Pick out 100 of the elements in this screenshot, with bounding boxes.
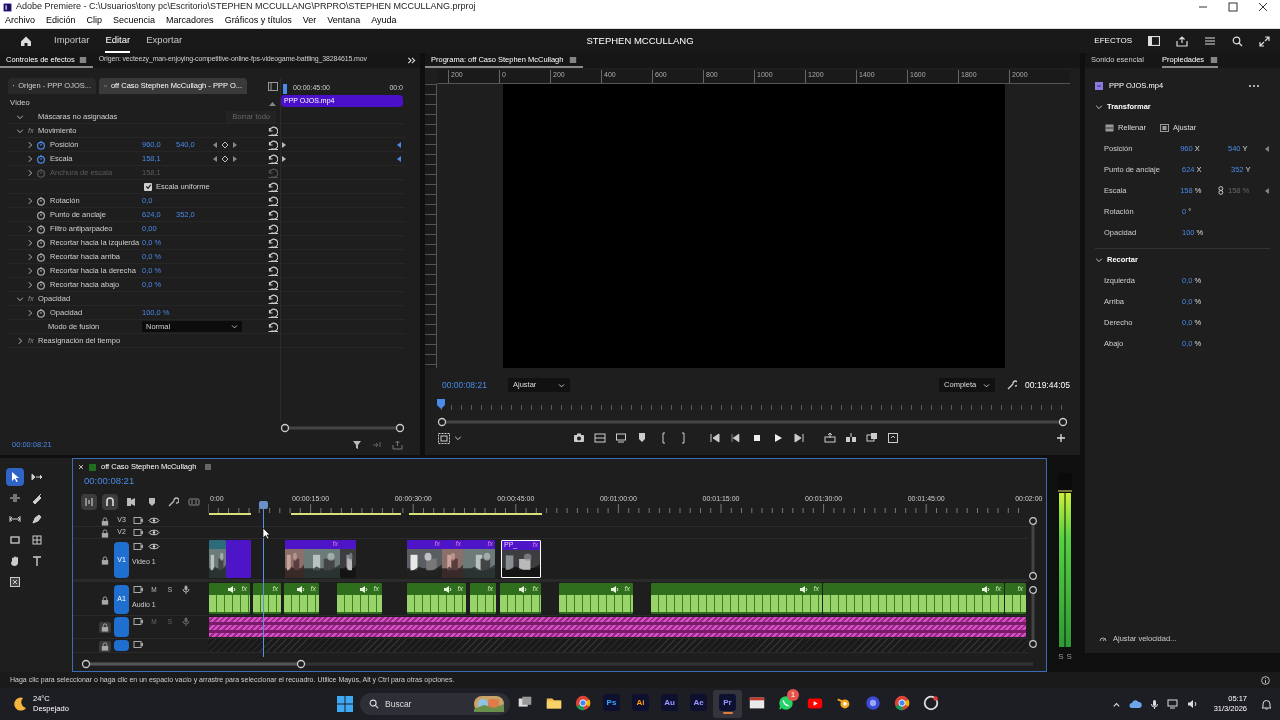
- stopwatch-icon[interactable]: [36, 195, 46, 206]
- film-toggle-icon[interactable]: [130, 585, 146, 594]
- lock-toggle[interactable]: [99, 640, 111, 652]
- compare-icon[interactable]: [593, 432, 606, 444]
- film-toggle-icon[interactable]: [130, 640, 146, 649]
- wrench-icon[interactable]: [1007, 380, 1018, 390]
- keyframe-marker-icon[interactable]: [282, 141, 286, 148]
- effects-label[interactable]: EFECTOS: [1094, 35, 1132, 47]
- keyframe-icon[interactable]: [1265, 187, 1270, 194]
- film-toggle-icon[interactable]: [130, 528, 146, 537]
- stopwatch-icon[interactable]: [36, 251, 46, 262]
- lock-toggle[interactable]: [99, 622, 111, 633]
- caret-icon[interactable]: [983, 381, 991, 389]
- search-field[interactable]: Buscar: [385, 696, 468, 712]
- film-toggle-icon[interactable]: [130, 617, 146, 626]
- ring-icon[interactable]: [921, 693, 940, 712]
- timecode[interactable]: 00:00:08:21: [73, 474, 1046, 489]
- lift-icon[interactable]: [823, 432, 836, 444]
- audio-clip[interactable]: [209, 617, 1026, 637]
- menu-item[interactable]: Clip: [86, 14, 103, 28]
- expand-chevron-icon[interactable]: [16, 294, 24, 303]
- extract-icon[interactable]: [844, 432, 857, 444]
- taskbar-button[interactable]: Au: [655, 690, 684, 718]
- orb-icon[interactable]: [863, 693, 882, 712]
- playhead[interactable]: [258, 501, 269, 657]
- home-icon[interactable]: [20, 35, 32, 47]
- expand-chevron-icon[interactable]: [26, 308, 34, 317]
- film-toggle-icon[interactable]: [130, 542, 146, 551]
- microphone-icon[interactable]: [1149, 698, 1159, 710]
- keyframe-marker-icon[interactable]: [397, 155, 401, 162]
- workspace-tab[interactable]: Exportar: [146, 29, 183, 53]
- taskbar-button[interactable]: Ai: [626, 690, 655, 718]
- speaker-icon[interactable]: [1186, 699, 1198, 709]
- menu-item[interactable]: Ver: [302, 14, 317, 28]
- solo-button[interactable]: S: [1058, 651, 1064, 663]
- caret-icon[interactable]: [454, 434, 462, 442]
- cloud-icon[interactable]: [1128, 699, 1142, 709]
- overwrite-icon[interactable]: [886, 432, 899, 444]
- taskbar-button[interactable]: 1: [771, 690, 800, 718]
- network-icon[interactable]: [1166, 699, 1179, 709]
- track-target[interactable]: [114, 617, 129, 637]
- step-back-icon[interactable]: [729, 432, 742, 444]
- video-clip[interactable]: [340, 540, 356, 578]
- stopwatch-icon[interactable]: [36, 237, 46, 248]
- eye-icon[interactable]: [146, 516, 162, 525]
- menu-item[interactable]: Ventana: [327, 14, 361, 28]
- scroll-up-icon[interactable]: [269, 100, 276, 106]
- playhead-marker-icon[interactable]: [283, 83, 287, 94]
- zoom-scrollbar[interactable]: [437, 417, 1068, 427]
- keyframe-marker-icon[interactable]: [397, 141, 401, 148]
- menu-item[interactable]: Archivo: [5, 14, 35, 28]
- expand-chevron-icon[interactable]: [26, 196, 34, 205]
- video-clip[interactable]: [239, 540, 251, 578]
- caret-icon[interactable]: [558, 381, 565, 389]
- menu-item[interactable]: Secuencia: [113, 14, 156, 28]
- stopwatch-icon[interactable]: [36, 279, 46, 290]
- solo-button[interactable]: S: [1066, 651, 1072, 663]
- insert-icon[interactable]: [865, 432, 878, 444]
- timecode[interactable]: 00:00:08:21: [442, 378, 508, 392]
- eye-icon[interactable]: [146, 542, 162, 551]
- keyframe-marker-icon[interactable]: [282, 155, 286, 162]
- checkbox[interactable]: [144, 182, 152, 191]
- add-icon[interactable]: [1056, 433, 1066, 443]
- video-clip[interactable]: [209, 540, 226, 578]
- browser-icon[interactable]: [892, 693, 911, 712]
- audio-icon[interactable]: [372, 440, 382, 450]
- lock-toggle[interactable]: [99, 527, 111, 539]
- panel-icon[interactable]: [1148, 36, 1160, 46]
- taskbar-button[interactable]: Pr: [713, 690, 742, 718]
- lock-toggle[interactable]: [99, 594, 111, 606]
- vertical-scrollbar[interactable]: [1028, 516, 1038, 581]
- frame-export-icon[interactable]: [614, 432, 627, 444]
- menu-item[interactable]: Marcadores: [166, 14, 214, 28]
- go-to-out-icon[interactable]: [792, 432, 805, 444]
- stopwatch-icon[interactable]: [36, 265, 46, 276]
- windows-start-icon[interactable]: [335, 694, 355, 714]
- stopwatch-icon[interactable]: [36, 139, 46, 150]
- share-icon[interactable]: [1176, 35, 1188, 47]
- vertical-scrollbar[interactable]: [1028, 585, 1038, 649]
- stopwatch-icon[interactable]: [36, 223, 46, 234]
- export-icon[interactable]: [392, 440, 403, 450]
- track-target[interactable]: [114, 640, 129, 651]
- menu-item[interactable]: Gráficos y títulos: [224, 14, 292, 28]
- menu-item[interactable]: Edición: [46, 14, 76, 28]
- overflow-chevrons-icon[interactable]: [407, 56, 416, 65]
- stopwatch-icon[interactable]: [36, 307, 46, 318]
- safe-margins-icon[interactable]: [438, 432, 450, 444]
- stopwatch-icon[interactable]: [36, 153, 46, 164]
- search-bar[interactable]: Buscar: [360, 693, 510, 715]
- expand-chevron-icon[interactable]: [16, 336, 24, 345]
- lock-toggle[interactable]: [99, 555, 111, 566]
- taskbar-button[interactable]: Ps: [597, 690, 626, 718]
- keyframe-icon[interactable]: [1265, 145, 1270, 152]
- expand-chevron-icon[interactable]: [1095, 102, 1103, 111]
- panel-toggle-icon[interactable]: [268, 81, 278, 91]
- camera-icon[interactable]: [572, 432, 585, 444]
- zoom-scrollbar[interactable]: [81, 659, 1036, 669]
- list-icon[interactable]: [1204, 36, 1216, 46]
- browser-icon[interactable]: [573, 693, 592, 712]
- playhead-handle[interactable]: [437, 399, 445, 409]
